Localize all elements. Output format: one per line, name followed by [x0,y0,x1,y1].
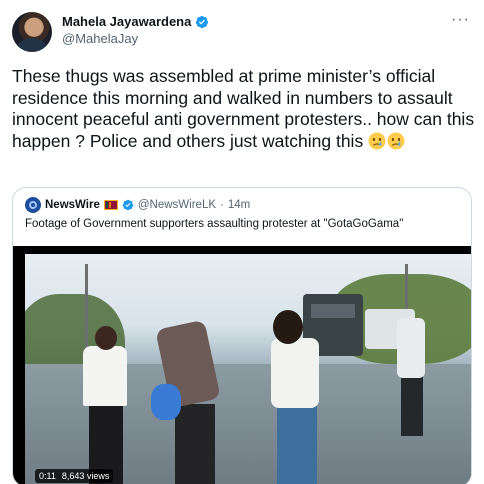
quoted-timestamp[interactable]: 14m [228,199,250,211]
video-duration: 0:11 [39,471,56,481]
tweet-text: These thugs was assembled at prime minis… [12,66,476,152]
author-handle[interactable]: @MahelaJay [62,31,138,46]
separator-dot: · [220,199,224,211]
crying-face-icon [368,132,386,149]
crying-face-icon [387,132,405,149]
video-player[interactable] [13,246,471,484]
video-frame [25,254,471,484]
verified-badge-icon [196,15,209,28]
tweet: Mahela Jayawardena @MahelaJay ··· These … [0,0,484,484]
more-options-button[interactable]: ··· [451,12,470,28]
quoted-tweet-card[interactable]: NewsWire @NewsWireLK · 14m Footage of Go… [12,187,472,484]
quoted-avatar [25,197,41,213]
author-avatar[interactable] [12,12,52,52]
more-horizontal-icon: ··· [451,11,470,28]
quoted-handle: @NewsWireLK [137,199,217,211]
sri-lanka-flag-icon [103,200,118,210]
author-name-row: Mahela Jayawardena [62,14,209,29]
video-info-pill: 0:11 8,643 views [35,469,114,483]
quoted-tweet-text: Footage of Government supporters assault… [25,218,404,230]
author-display-name[interactable]: Mahela Jayawardena [62,14,191,29]
quoted-display-name: NewsWire [45,199,100,211]
quoted-tweet-header: NewsWire @NewsWireLK · 14m [25,197,250,213]
video-views: 8,643 views [61,471,110,481]
verified-badge-icon [122,199,134,211]
